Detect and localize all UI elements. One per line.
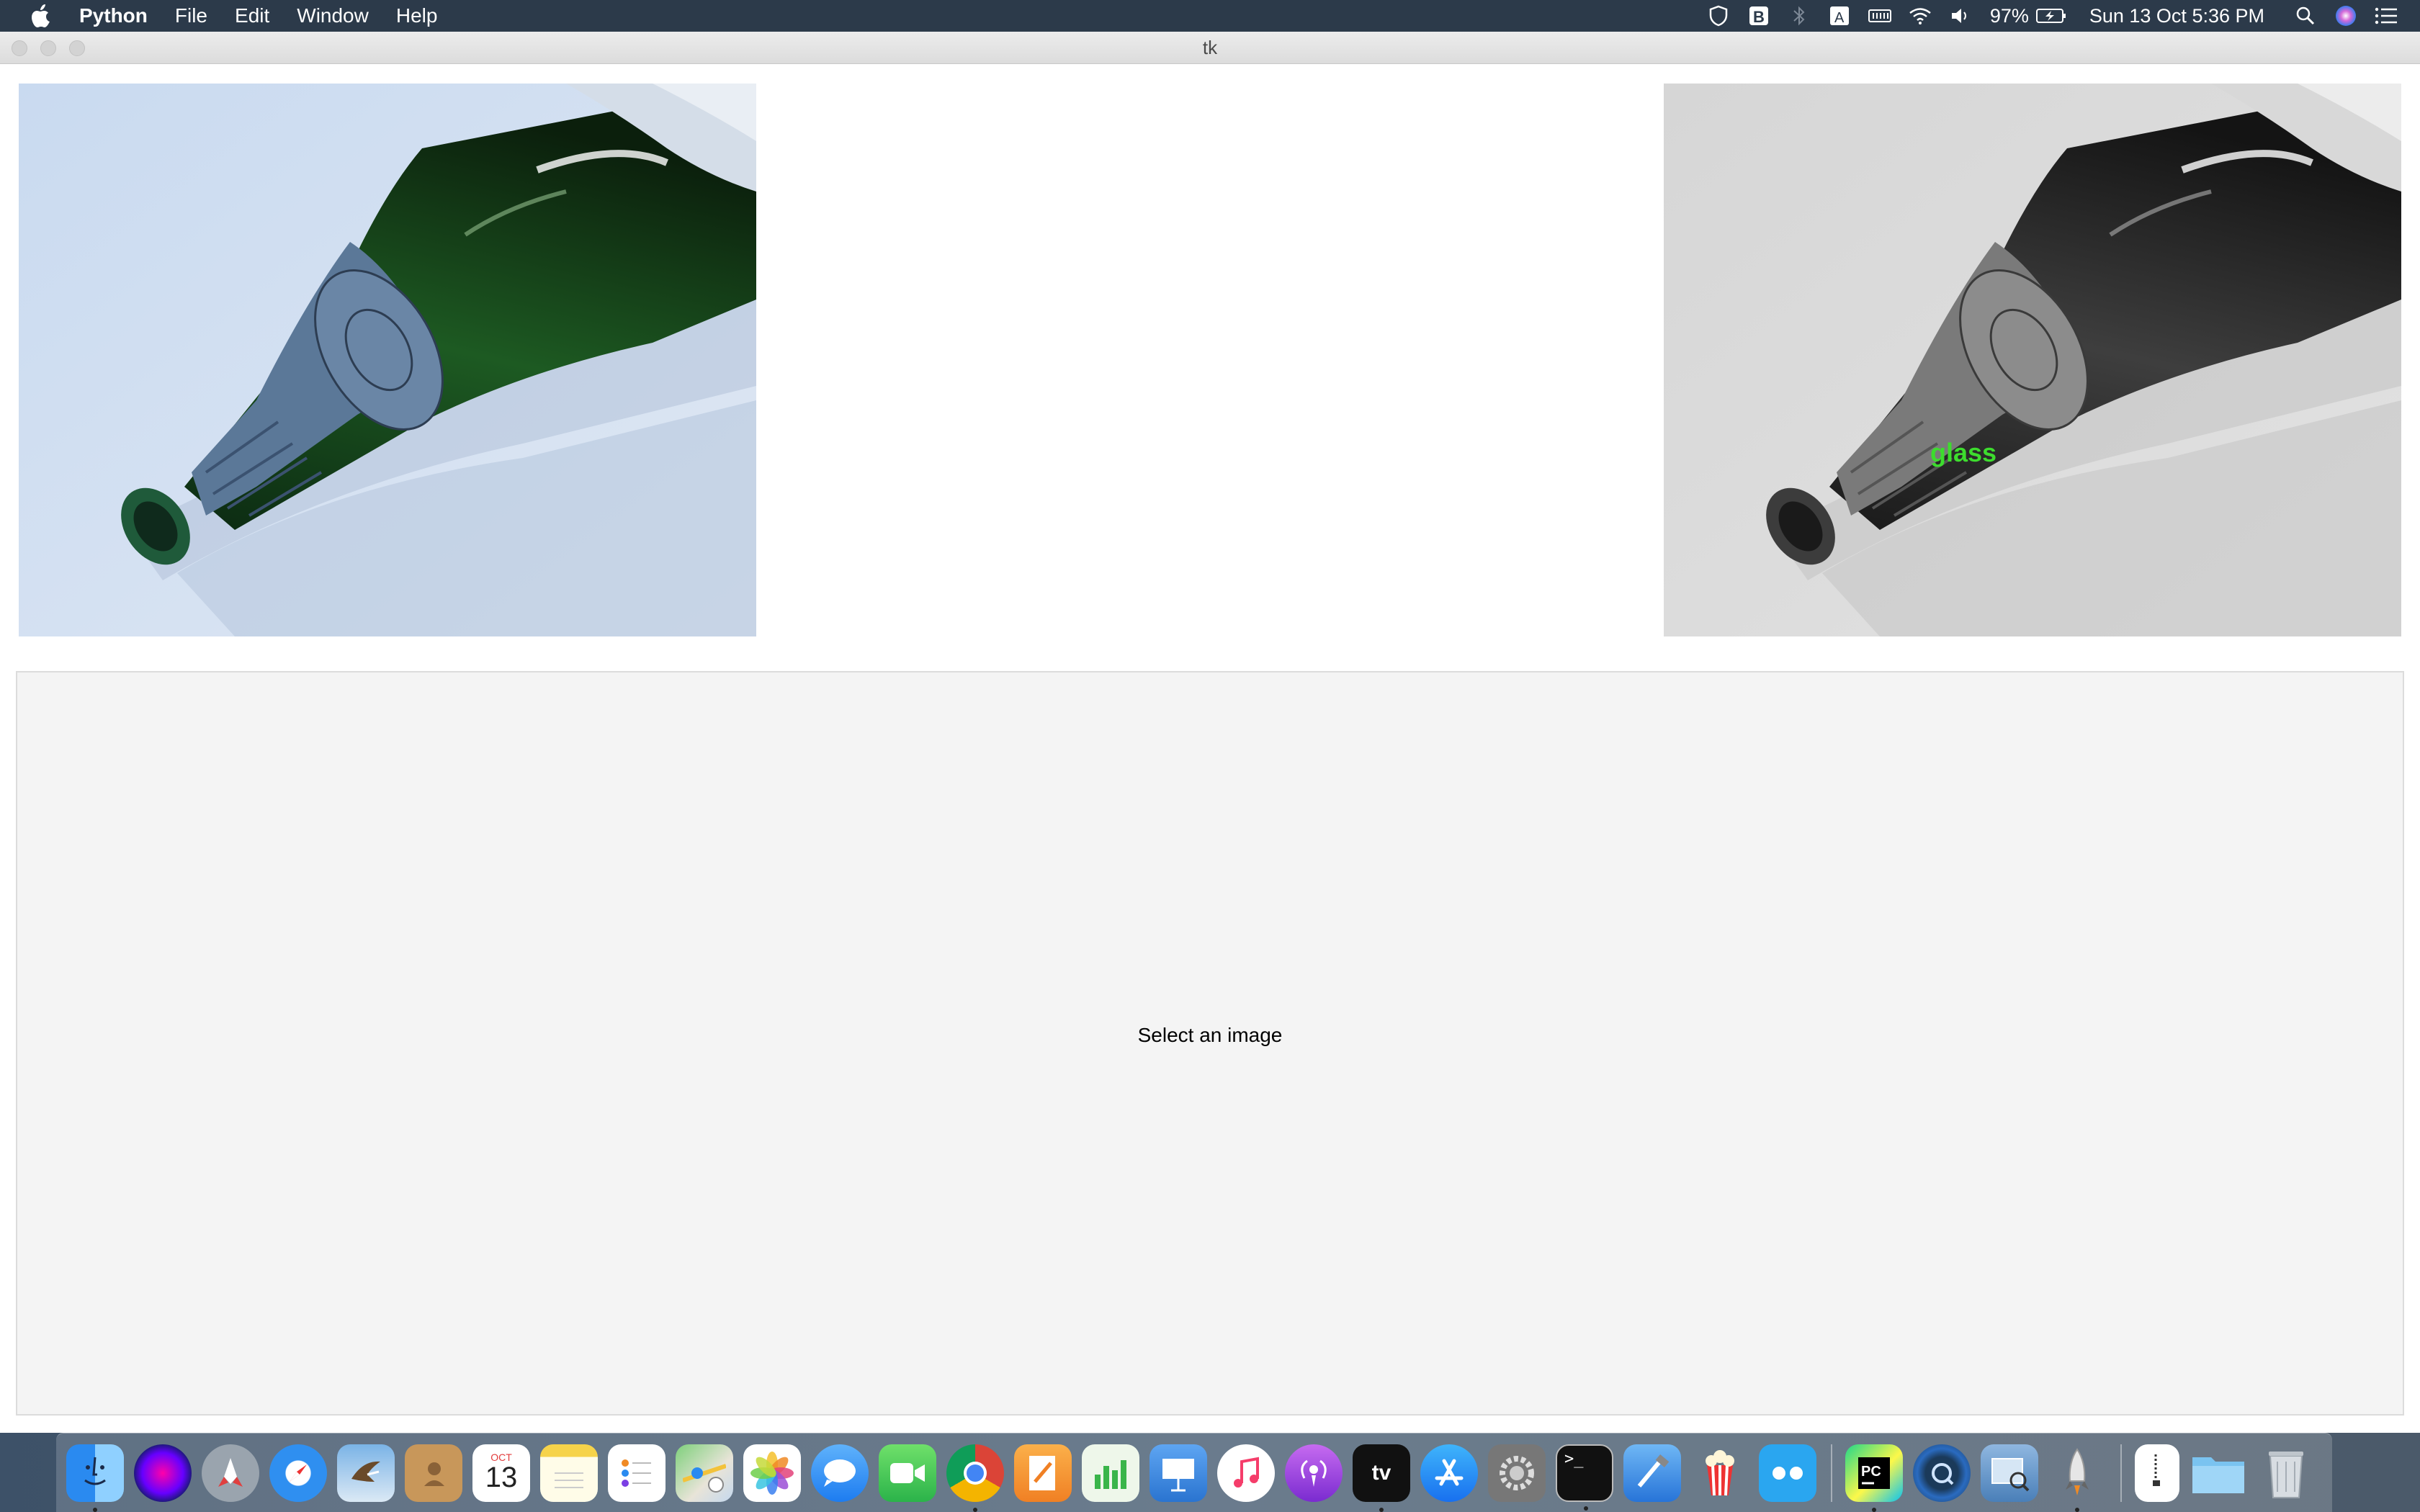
app-store-icon[interactable] <box>1420 1444 1478 1502</box>
terminal-icon[interactable]: >_ <box>1556 1444 1613 1511</box>
safari-icon[interactable] <box>269 1444 327 1502</box>
svg-text:B: B <box>1753 8 1765 26</box>
pages-icon[interactable] <box>1014 1444 1072 1502</box>
trash-icon[interactable] <box>2257 1444 2315 1502</box>
folder-icon[interactable] <box>2190 1444 2247 1502</box>
system-preferences-icon[interactable] <box>1488 1444 1546 1502</box>
window-title: tk <box>1202 37 1218 58</box>
window-titlebar[interactable]: tk <box>0 32 2420 64</box>
notification-center-icon[interactable] <box>2374 4 2398 28</box>
memory-icon[interactable] <box>1868 4 1892 28</box>
vpn-shield-icon[interactable] <box>1706 4 1731 28</box>
menu-bar: Python File Edit Window Help B A 97% Sun… <box>0 0 2420 32</box>
archive-zip-icon[interactable] <box>2135 1444 2179 1502</box>
input-source-icon[interactable]: A <box>1827 4 1852 28</box>
menu-edit[interactable]: Edit <box>235 4 269 27</box>
bartender-icon[interactable]: B <box>1747 4 1771 28</box>
music-icon[interactable] <box>1217 1444 1275 1502</box>
volume-icon[interactable] <box>1948 4 1973 28</box>
battery-percent: 97% <box>1989 4 2029 27</box>
notes-icon[interactable] <box>540 1444 598 1502</box>
menu-help[interactable]: Help <box>396 4 438 27</box>
result-panel: Select an image <box>16 671 2404 1416</box>
battery-charging-icon[interactable] <box>2035 4 2068 28</box>
quicktime-icon[interactable] <box>1913 1444 1971 1502</box>
flickr-icon[interactable] <box>1759 1444 1816 1502</box>
finder-icon[interactable] <box>66 1444 124 1512</box>
siri-icon[interactable] <box>2334 4 2358 28</box>
dock-separator-2 <box>2120 1444 2122 1502</box>
photos-icon[interactable] <box>743 1444 801 1502</box>
dock: OCT 13 tv >_ PC <box>56 1433 2332 1512</box>
spotlight-search-icon[interactable] <box>2293 4 2318 28</box>
xcode-icon[interactable] <box>1623 1444 1681 1502</box>
keynote-icon[interactable] <box>1150 1444 1207 1502</box>
tv-icon[interactable]: tv <box>1353 1444 1410 1512</box>
messages-icon[interactable] <box>811 1444 869 1502</box>
pycharm-icon[interactable]: PC <box>1845 1444 1903 1512</box>
wifi-icon[interactable] <box>1908 4 1932 28</box>
numbers-icon[interactable] <box>1082 1444 1139 1502</box>
svg-text:A: A <box>1834 10 1845 26</box>
calendar-icon[interactable]: OCT 13 <box>472 1444 530 1502</box>
popcorn-icon[interactable] <box>1691 1444 1749 1502</box>
status-area: B A 97% Sun 13 Oct 5:36 PM <box>1690 0 2420 32</box>
dock-separator <box>1831 1444 1832 1502</box>
reminders-icon[interactable] <box>608 1444 666 1502</box>
app-window: tk glass Select an image <box>0 32 2420 1433</box>
google-chrome-icon[interactable] <box>946 1444 1004 1512</box>
preview-icon[interactable] <box>1981 1444 2038 1502</box>
podcasts-icon[interactable] <box>1285 1444 1343 1502</box>
detection-label: glass <box>1930 438 1996 467</box>
siri-icon[interactable] <box>134 1444 192 1502</box>
contacts-icon[interactable] <box>405 1444 462 1502</box>
processed-image: glass <box>1664 84 2401 636</box>
menu-window[interactable]: Window <box>297 4 369 27</box>
mail-icon[interactable] <box>337 1444 395 1502</box>
select-image-label: Select an image <box>1137 1024 1283 1046</box>
svg-text:PC: PC <box>1861 1464 1881 1480</box>
maps-icon[interactable] <box>676 1444 733 1502</box>
apple-menu-icon[interactable] <box>29 3 55 29</box>
menu-file[interactable]: File <box>175 4 207 27</box>
calendar-day: 13 <box>485 1461 518 1493</box>
original-image <box>19 84 756 636</box>
clock-datetime[interactable]: Sun 13 Oct 5:36 PM <box>2089 5 2264 27</box>
launchpad-icon[interactable] <box>202 1444 259 1502</box>
bluetooth-icon[interactable] <box>1787 4 1811 28</box>
menu-app-python[interactable]: Python <box>79 4 148 27</box>
rocket-icon[interactable] <box>2048 1444 2106 1512</box>
facetime-icon[interactable] <box>879 1444 936 1502</box>
